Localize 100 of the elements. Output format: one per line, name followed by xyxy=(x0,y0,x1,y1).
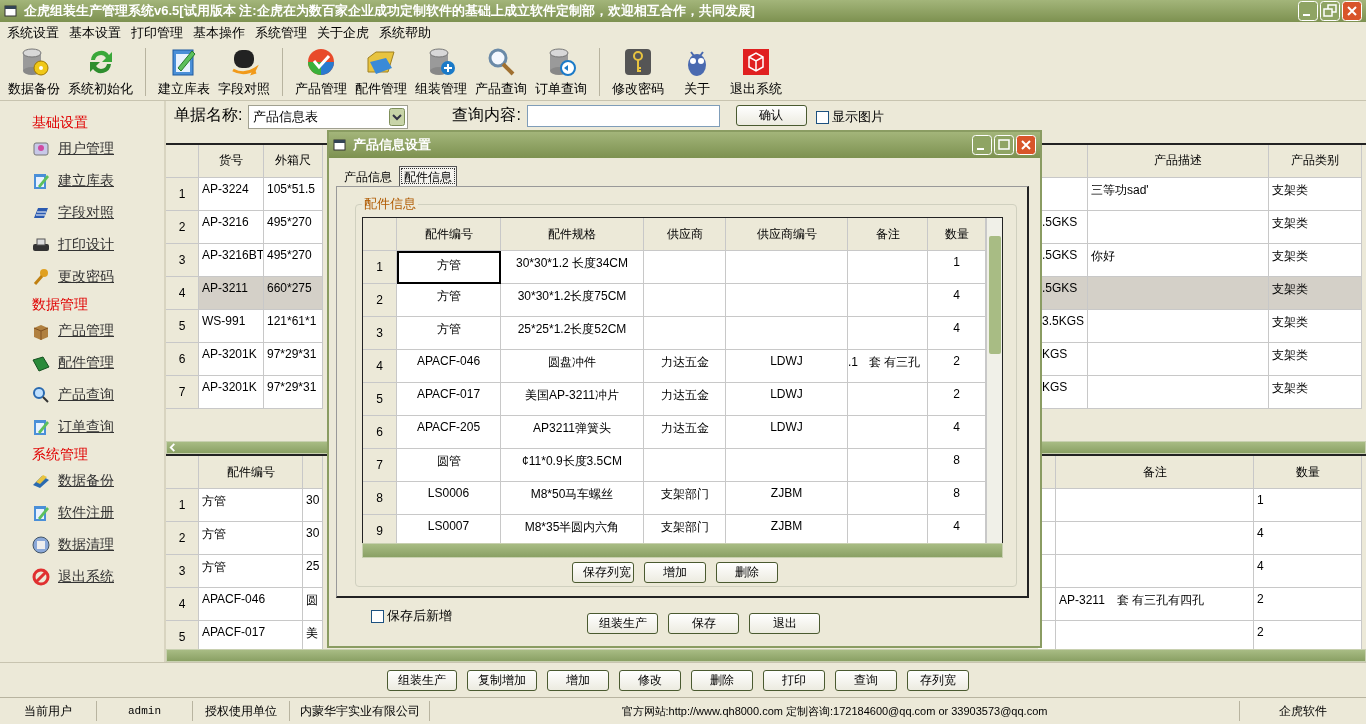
sidebar-link[interactable]: 订单查询 xyxy=(32,411,164,443)
row-number: 2 xyxy=(166,522,199,556)
table-cell: 97*29*31 xyxy=(264,342,323,376)
toolbar-button[interactable]: 组装管理 xyxy=(411,46,471,98)
table-cell: 支架类 xyxy=(1269,177,1362,211)
sidebar-link[interactable]: 配件管理 xyxy=(32,347,164,379)
menu-item[interactable]: 系统帮助 xyxy=(374,22,436,44)
sidebar-link[interactable]: 退出系统 xyxy=(32,561,164,593)
table-cell: 30*30*1.2 长度34CM xyxy=(501,251,644,284)
tab[interactable]: 配件信息 xyxy=(399,166,457,186)
maximize-button[interactable] xyxy=(1320,1,1340,21)
action-button[interactable]: 增加 xyxy=(547,669,609,691)
row-number: 8 xyxy=(363,482,397,515)
toolbar-button[interactable]: 产品管理 xyxy=(291,46,351,98)
grid-button[interactable]: 增加 xyxy=(644,562,706,583)
toolbar-button[interactable]: 字段对照 xyxy=(214,46,274,98)
tab[interactable]: 产品信息 xyxy=(339,166,397,186)
table-cell: 660*275 xyxy=(264,276,323,310)
status-text: 企虎软件 xyxy=(1278,703,1328,720)
status-text: 授权使用单位 xyxy=(193,701,290,721)
toolbar-button[interactable]: 修改密码 xyxy=(608,46,668,98)
search-field[interactable] xyxy=(526,105,720,127)
table-cell: APACF-205 xyxy=(397,416,501,449)
toolbar-button[interactable]: 系统初始化 xyxy=(64,46,137,98)
action-button[interactable]: 存列宽 xyxy=(907,669,969,691)
notepad-pen-icon xyxy=(32,418,50,436)
show-images-checkbox[interactable]: 显示图片 xyxy=(815,110,884,124)
printer-icon xyxy=(32,236,50,254)
dialog-button[interactable]: 退出 xyxy=(749,612,820,634)
close-button[interactable] xyxy=(1342,1,1362,21)
column-header: 货号 xyxy=(199,144,264,178)
column-header: 外箱尺 xyxy=(264,144,323,178)
action-button[interactable]: 查询 xyxy=(835,669,897,691)
sidebar-link[interactable]: 建立库表 xyxy=(32,165,164,197)
corner-cell xyxy=(363,218,397,251)
horizontal-scrollbar[interactable] xyxy=(362,543,1003,558)
table-cell: 方管 xyxy=(199,489,303,523)
toolbar-button[interactable]: 数据备份 xyxy=(4,46,64,98)
table-cell: 方管 xyxy=(397,251,501,284)
action-button[interactable]: 修改 xyxy=(619,669,681,691)
action-button[interactable]: 复制增加 xyxy=(467,669,537,691)
stop-icon xyxy=(32,568,50,586)
menu-item[interactable]: 关于企虎 xyxy=(312,22,374,44)
table-cell: AP-3201K xyxy=(199,375,264,409)
minimize-button[interactable] xyxy=(972,135,992,155)
sidebar-link[interactable]: 产品查询 xyxy=(32,379,164,411)
table-cell: AP-3216BT xyxy=(199,243,264,277)
sidebar-link[interactable]: 产品管理 xyxy=(32,315,164,347)
row-number: 2 xyxy=(363,284,397,317)
sidebar-link[interactable]: 用户管理 xyxy=(32,133,164,165)
close-button[interactable] xyxy=(1016,135,1036,155)
menu-item[interactable]: 打印管理 xyxy=(126,22,188,44)
save-new-checkbox[interactable]: 保存后新增 xyxy=(371,607,452,625)
menu-item[interactable]: 系统设置 xyxy=(2,22,64,44)
sidebar-link[interactable]: 更改密码 xyxy=(32,261,164,293)
table-cell: 4 xyxy=(1254,555,1362,589)
table-cell: 方管 xyxy=(397,317,501,350)
confirm-button[interactable]: 确认 xyxy=(735,105,807,126)
table-cell: 25*25*1.2长度52CM xyxy=(501,317,644,350)
grid-button[interactable]: 删除 xyxy=(716,562,778,583)
menu-item[interactable]: 基本操作 xyxy=(188,22,250,44)
menu-item[interactable]: 基本设置 xyxy=(64,22,126,44)
window-title: 企虎组装生产管理系统v6.5[试用版本 注:企虎在为数百家企业成功定制软件的基础上成立软件定制部，欢迎相互合作，共同发展] xyxy=(24,2,755,20)
sidebar-link[interactable]: 软件注册 xyxy=(32,497,164,529)
row-number: 3 xyxy=(363,317,397,350)
dialog-button[interactable]: 保存 xyxy=(668,612,739,634)
toolbar-button[interactable]: 订单查询 xyxy=(531,46,591,98)
row-number: 1 xyxy=(166,489,199,523)
sidebar-link[interactable]: 数据备份 xyxy=(32,465,164,497)
vertical-scrollbar[interactable] xyxy=(986,218,1002,543)
toolbar-button[interactable]: 建立库表 xyxy=(154,46,214,98)
table-cell: 三等功sad' xyxy=(1088,177,1269,211)
table-cell: 方管 xyxy=(199,522,303,556)
maximize-button[interactable] xyxy=(994,135,1014,155)
action-button[interactable]: 组装生产 xyxy=(387,669,457,691)
sidebar-link[interactable]: 数据清理 xyxy=(32,529,164,561)
table-cell: 30*30*1.2长度75CM xyxy=(501,284,644,317)
toolbar-button[interactable]: 配件管理 xyxy=(351,46,411,98)
action-button[interactable]: 删除 xyxy=(691,669,753,691)
table-cell: 支架部门 xyxy=(644,515,726,543)
sidebar-link[interactable]: 字段对照 xyxy=(32,197,164,229)
table-cell: 力达五金 xyxy=(644,383,726,416)
document-dropdown[interactable]: 产品信息表 xyxy=(248,105,409,129)
table-cell: 方管 xyxy=(397,284,501,317)
table-cell: .1 套 有三孔 xyxy=(848,350,928,383)
minimize-button[interactable] xyxy=(1298,1,1318,21)
table-cell: M8*35半圆内六角 xyxy=(501,515,644,543)
dialog-button[interactable]: 组装生产 xyxy=(587,612,658,634)
grid-button[interactable]: 保存列宽 xyxy=(572,562,634,583)
horizontal-scrollbar[interactable] xyxy=(166,649,1366,662)
table-cell: 美 xyxy=(303,621,323,650)
menu-item[interactable]: 系统管理 xyxy=(250,22,312,44)
toolbar-button[interactable]: 产品查询 xyxy=(471,46,531,98)
status-text: 当前用户 xyxy=(0,701,97,721)
action-button[interactable]: 打印 xyxy=(763,669,825,691)
toolbar-button[interactable]: 退出系统 xyxy=(726,46,786,98)
column-header: 供应商编号 xyxy=(726,218,848,251)
sidebar-link[interactable]: 打印设计 xyxy=(32,229,164,261)
table-cell: 力达五金 xyxy=(644,416,726,449)
toolbar-button[interactable]: 关于 xyxy=(668,46,726,98)
